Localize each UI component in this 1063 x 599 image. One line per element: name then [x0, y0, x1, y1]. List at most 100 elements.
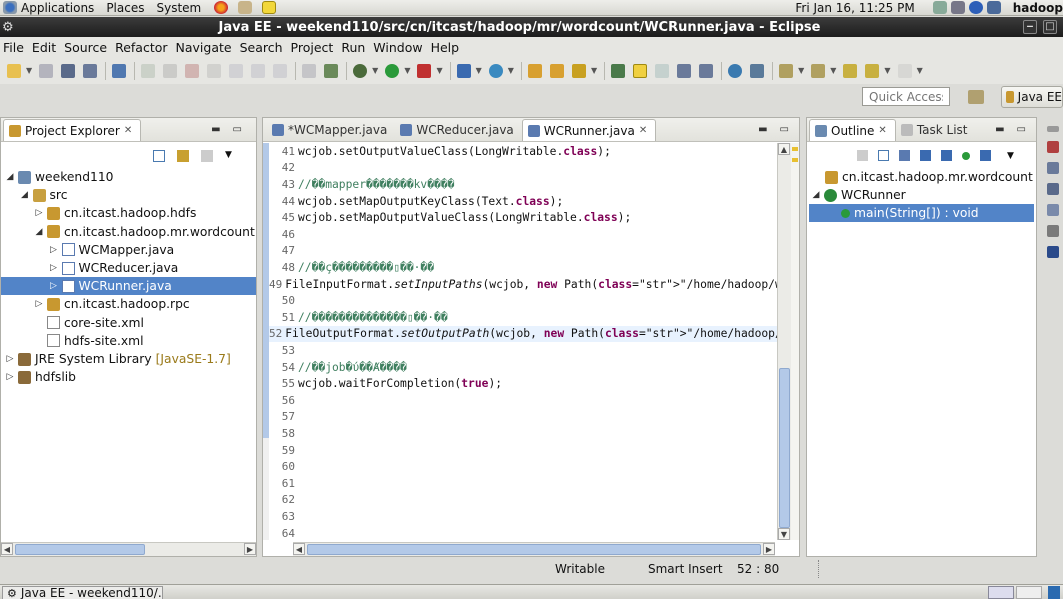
menu-run[interactable]: Run: [338, 40, 370, 55]
tree-item[interactable]: hdfs-site.xml: [1, 332, 256, 350]
hide-fields-icon[interactable]: [920, 150, 931, 161]
code-line[interactable]: 56: [269, 392, 777, 409]
collapsed-twisty-icon[interactable]: ▷: [5, 372, 15, 382]
maximize-window-button[interactable]: □: [1043, 20, 1057, 34]
data-source-view-icon[interactable]: [1047, 204, 1059, 216]
print-icon[interactable]: [83, 63, 98, 78]
overview-ruler[interactable]: [791, 143, 799, 540]
code-line[interactable]: 47: [269, 243, 777, 260]
new-dropdown-icon[interactable]: ▼: [26, 66, 32, 75]
code-line[interactable]: 45 wcjob.setMapOutputValueClass(LongWrita…: [269, 209, 777, 226]
code-line[interactable]: 49 FileInputFormat.setInputPaths(wcjob, n…: [269, 276, 777, 293]
new-class-dropdown-icon[interactable]: ▼: [508, 66, 514, 75]
code-line[interactable]: 51//��������������▯��·��: [269, 309, 777, 326]
next-annotation-dropdown-icon[interactable]: ▼: [798, 66, 804, 75]
code-line[interactable]: 44 wcjob.setMapOutputKeyClass(Text.class)…: [269, 193, 777, 210]
window-titlebar[interactable]: ⚙ Java EE - weekend110/src/cn/itcast/had…: [0, 17, 1063, 37]
insert-mode-status[interactable]: Smart Insert: [648, 562, 723, 576]
restore-icon[interactable]: [1047, 126, 1059, 132]
editor-hscrollbar[interactable]: ◀ ▶: [293, 542, 775, 556]
maximize-view-icon[interactable]: ▭: [780, 124, 789, 135]
sort-icon[interactable]: [899, 150, 910, 161]
overview-marker[interactable]: [792, 147, 798, 151]
notes-launcher-icon[interactable]: [262, 1, 277, 14]
bluetooth-icon[interactable]: [968, 1, 983, 14]
previous-annotation-icon[interactable]: [811, 63, 826, 78]
code-line[interactable]: 42: [269, 160, 777, 177]
run-icon[interactable]: [385, 63, 400, 78]
code-line[interactable]: 59: [269, 442, 777, 459]
tree-item[interactable]: ▷ WCReducer.java: [1, 259, 256, 277]
code-line[interactable]: 55 wcjob.waitForCompletion(true);: [269, 375, 777, 392]
tree-item[interactable]: ▷ hdfslib: [1, 368, 256, 386]
code-line[interactable]: 61: [269, 475, 777, 492]
suspend-icon[interactable]: [163, 63, 178, 78]
menu-source[interactable]: Source: [61, 40, 112, 55]
step-over-icon[interactable]: [251, 63, 266, 78]
scroll-up-icon[interactable]: ▲: [778, 143, 790, 155]
applications-menu[interactable]: Applications: [0, 0, 97, 15]
menu-file[interactable]: File: [0, 40, 29, 55]
menu-help[interactable]: Help: [428, 40, 465, 55]
resume-icon[interactable]: [141, 63, 156, 78]
collapsed-twisty-icon[interactable]: ▷: [49, 263, 59, 273]
tab-project-explorer[interactable]: Project Explorer ✕: [3, 119, 142, 141]
tab-task-list[interactable]: Task List: [896, 119, 976, 141]
markers-view-icon[interactable]: [1047, 141, 1059, 153]
forward-dropdown-icon[interactable]: ▼: [917, 66, 923, 75]
new-java-project-icon[interactable]: [456, 63, 471, 78]
minimize-view-icon[interactable]: ▬: [211, 124, 220, 135]
snippets-view-icon[interactable]: [1047, 225, 1059, 237]
previous-annotation-dropdown-icon[interactable]: ▼: [830, 66, 836, 75]
workspace-switcher-2[interactable]: [1016, 586, 1042, 599]
focus-active-task-icon[interactable]: [857, 150, 868, 161]
tree-item[interactable]: ◢ src: [1, 186, 256, 204]
maximize-view-icon[interactable]: ▭: [233, 124, 242, 135]
last-edit-location-icon[interactable]: [843, 63, 858, 78]
editor-vscrollbar[interactable]: ▲ ▼: [777, 143, 791, 540]
new-project-dropdown-icon[interactable]: ▼: [476, 66, 482, 75]
drop-to-frame-icon[interactable]: [302, 63, 317, 78]
collapse-all-icon[interactable]: [878, 150, 889, 161]
disconnect-icon[interactable]: [207, 63, 222, 78]
menu-navigate[interactable]: Navigate: [173, 40, 237, 55]
tree-item[interactable]: ▷ WCMapper.java: [1, 241, 256, 259]
tree-item[interactable]: core-site.xml: [1, 314, 256, 332]
expanded-twisty-icon[interactable]: ◢: [5, 172, 15, 182]
hide-static-icon[interactable]: [941, 150, 952, 161]
display-icon[interactable]: [986, 1, 1001, 14]
step-into-icon[interactable]: [229, 63, 244, 78]
code-line[interactable]: 46: [269, 226, 777, 243]
code-line[interactable]: 62: [269, 492, 777, 509]
open-type-icon[interactable]: [527, 63, 542, 78]
expanded-twisty-icon[interactable]: ◢: [20, 190, 30, 200]
workspace-switcher-1[interactable]: [988, 586, 1014, 599]
search-dropdown-icon[interactable]: ▼: [591, 66, 597, 75]
collapsed-twisty-icon[interactable]: ▷: [5, 354, 15, 364]
clock[interactable]: Fri Jan 16, 11:25 PM: [795, 1, 914, 15]
focus-icon[interactable]: [201, 150, 213, 162]
back-icon[interactable]: [865, 63, 880, 78]
menu-search[interactable]: Search: [237, 40, 288, 55]
collapsed-twisty-icon[interactable]: ▷: [34, 299, 44, 309]
code-line[interactable]: 60: [269, 458, 777, 475]
tree-item[interactable]: ▷ cn.itcast.hadoop.hdfs: [1, 204, 256, 222]
show-whitespace-icon[interactable]: [677, 63, 692, 78]
firefox-launcher-icon[interactable]: [214, 1, 229, 14]
close-icon[interactable]: ✕: [878, 125, 886, 136]
toggle-breadcrumb-icon[interactable]: [611, 63, 626, 78]
menu-refactor[interactable]: Refactor: [112, 40, 172, 55]
explorer-hscrollbar[interactable]: ◀ ▶: [1, 542, 256, 556]
skip-breakpoints-icon[interactable]: [112, 63, 127, 78]
tab-wcreducer[interactable]: WCReducer.java: [395, 119, 521, 141]
new-icon[interactable]: [7, 63, 21, 78]
external-tools-dropdown-icon[interactable]: ▼: [436, 66, 442, 75]
collapsed-twisty-icon[interactable]: ▷: [49, 281, 59, 291]
expanded-twisty-icon[interactable]: ◢: [811, 190, 821, 200]
scroll-down-icon[interactable]: ▼: [778, 528, 790, 540]
open-task-icon[interactable]: [549, 63, 564, 78]
outline-item-class[interactable]: ◢ WCRunner: [811, 186, 906, 204]
code-line[interactable]: 64: [269, 525, 777, 540]
tree-item[interactable]: ▷ WCRunner.java: [1, 277, 256, 296]
system-menu[interactable]: System: [153, 0, 204, 15]
